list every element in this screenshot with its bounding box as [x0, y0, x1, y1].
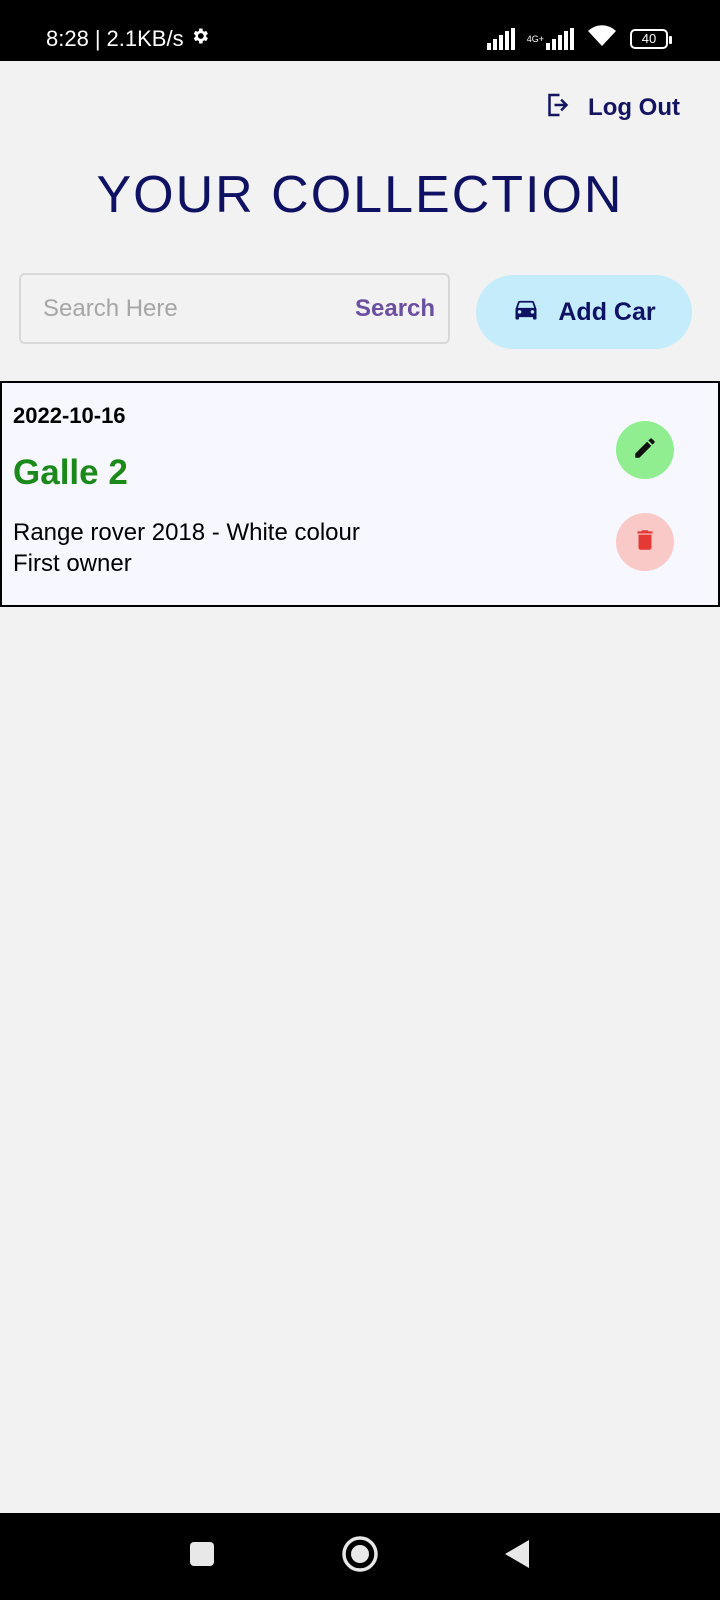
delete-button[interactable] [616, 513, 674, 571]
trash-icon [632, 527, 658, 558]
status-separator: | [94, 26, 101, 51]
back-triangle-icon [502, 1538, 532, 1575]
back-button[interactable] [477, 1513, 557, 1600]
car-name: Galle 2 [13, 453, 128, 492]
status-left: 8:28 | 2.1KB/s [46, 24, 210, 54]
home-circle-icon [341, 1535, 379, 1578]
car-description-line-2: First owner [13, 550, 132, 577]
navigation-bar [0, 1513, 720, 1600]
status-time: 8:28 [46, 26, 89, 51]
car-date: 2022-10-16 [13, 403, 126, 428]
status-right: 4G+ 40 [486, 24, 672, 53]
edit-button[interactable] [616, 421, 674, 479]
search-box: Search [19, 273, 450, 344]
car-card[interactable]: 2022-10-16 Galle 2 Range rover 2018 - Wh… [0, 381, 720, 607]
car-description-line-1: Range rover 2018 - White colour [13, 519, 360, 546]
page-title: YOUR COLLECTION [96, 166, 624, 224]
network-type-label: 4G+ [526, 33, 544, 44]
status-speed: 2.1KB/s [106, 26, 184, 51]
wifi-icon [586, 24, 618, 53]
car-icon [512, 295, 540, 330]
status-bar: 8:28 | 2.1KB/s 4G+ 40 [0, 0, 720, 61]
square-icon [188, 1540, 216, 1573]
car-description: Range rover 2018 - White colour First ow… [13, 517, 360, 579]
home-button[interactable] [320, 1513, 400, 1600]
search-input[interactable] [21, 293, 355, 324]
add-car-label: Add Car [558, 297, 656, 326]
logout-icon [542, 90, 572, 127]
pencil-icon [632, 435, 658, 466]
settings-gear-icon [190, 24, 210, 54]
search-button[interactable]: Search [355, 295, 435, 323]
battery-level: 40 [641, 31, 657, 46]
recent-apps-button[interactable] [162, 1513, 242, 1600]
add-car-button[interactable]: Add Car [476, 275, 692, 349]
signal-4g-icon: 4G+ [526, 27, 574, 50]
logout-label: Log Out [588, 94, 680, 121]
signal-icon [486, 27, 515, 50]
battery-icon: 40 [630, 28, 672, 49]
logout-button[interactable]: Log Out [542, 88, 680, 128]
